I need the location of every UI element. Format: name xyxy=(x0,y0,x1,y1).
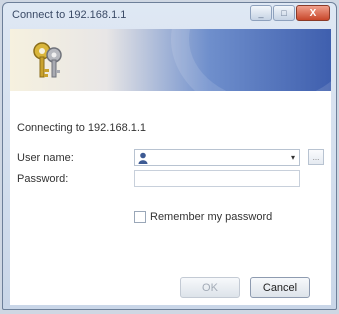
password-field[interactable] xyxy=(134,170,300,187)
close-button[interactable]: X xyxy=(296,5,330,21)
cancel-button[interactable]: Cancel xyxy=(250,277,310,298)
dialog-window: Connect to 192.168.1.1 _ □ X Connecting … xyxy=(2,2,337,310)
connecting-text: Connecting to 192.168.1.1 xyxy=(17,122,147,134)
minimize-button[interactable]: _ xyxy=(250,5,272,21)
password-label: Password: xyxy=(17,173,69,185)
banner-decoration xyxy=(171,29,331,91)
caption-buttons: _ □ X xyxy=(249,5,330,21)
maximize-button[interactable]: □ xyxy=(273,5,295,21)
user-icon xyxy=(138,152,148,164)
remember-password-option[interactable]: Remember my password xyxy=(134,211,272,223)
keys-icon xyxy=(33,42,62,78)
remember-checkbox[interactable] xyxy=(134,211,146,223)
remember-label: Remember my password xyxy=(150,211,273,223)
dialog-body: Connecting to 192.168.1.1 User name: ▾ .… xyxy=(10,91,331,305)
title-bar[interactable]: Connect to 192.168.1.1 _ □ X xyxy=(3,3,336,29)
window-title: Connect to 192.168.1.1 xyxy=(12,9,127,21)
username-label: User name: xyxy=(17,152,74,164)
username-combobox[interactable]: ▾ xyxy=(134,149,300,166)
dropdown-arrow-icon[interactable]: ▾ xyxy=(291,153,295,162)
browse-button[interactable]: ... xyxy=(308,149,324,165)
ok-button[interactable]: OK xyxy=(180,277,240,298)
banner xyxy=(10,29,331,91)
